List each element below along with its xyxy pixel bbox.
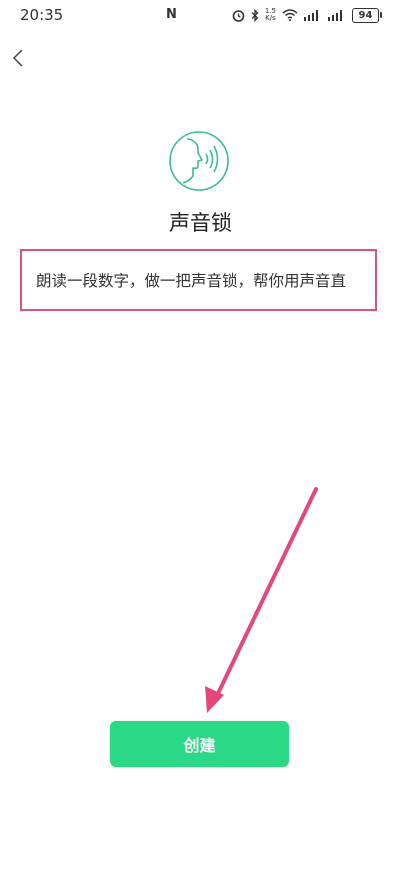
- wifi-icon: [282, 9, 298, 21]
- description-highlight-box: 朗读一段数字，做一把声音锁，帮你用声音直: [20, 249, 377, 311]
- status-bar: 20:35 N 1.5 K/s 94: [0, 0, 401, 30]
- nfc-icon: N: [166, 7, 177, 22]
- voice-face-icon: [169, 131, 229, 191]
- speed-unit: K/s: [265, 14, 276, 22]
- status-icons: 1.5 K/s 94: [232, 7, 382, 23]
- network-speed: 1.5 K/s: [265, 8, 276, 22]
- back-button[interactable]: [6, 45, 30, 71]
- create-button[interactable]: 创建: [110, 721, 289, 767]
- signal-icon-1: [304, 10, 318, 21]
- status-time: 20:35: [20, 6, 64, 24]
- description-text: 朗读一段数字，做一把声音锁，帮你用声音直: [36, 272, 347, 290]
- page-title: 声音锁: [169, 211, 232, 235]
- battery-icon: 94: [352, 7, 382, 23]
- alarm-icon: [232, 9, 245, 22]
- bluetooth-icon: [251, 8, 259, 22]
- chevron-left-icon: [12, 49, 23, 67]
- signal-icon-2: [328, 10, 342, 21]
